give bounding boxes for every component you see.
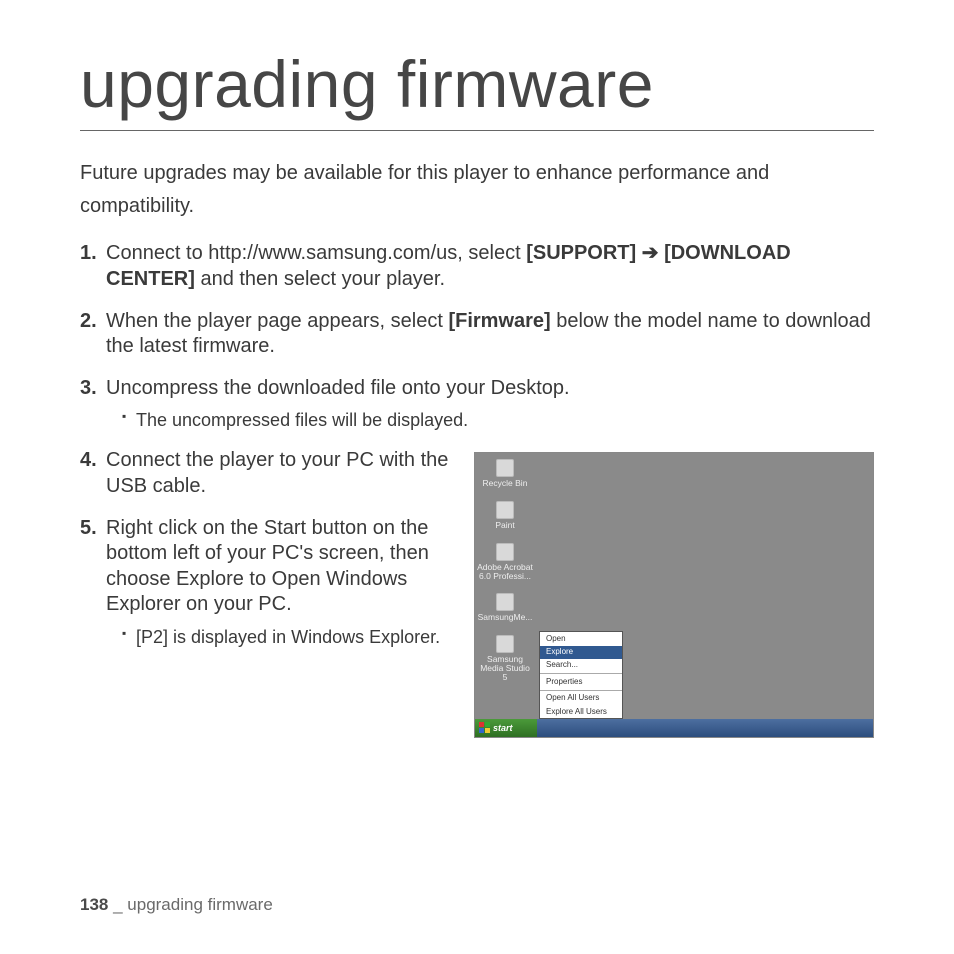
acrobat-label: Adobe Acrobat 6.0 Professi... <box>477 563 533 581</box>
steps-list-continued: Connect the player to your PC with the U… <box>80 448 456 649</box>
step1-support: [SUPPORT] <box>526 242 636 264</box>
start-context-menu: Open Explore Search... Properties Open A… <box>539 631 623 719</box>
step-5: Right click on the Start button on the b… <box>80 516 456 649</box>
step3-sub: The uncompressed files will be displayed… <box>122 409 874 432</box>
paint-app-icon <box>496 501 514 519</box>
menu-properties: Properties <box>540 675 622 688</box>
step5-sub-list: [P2] is displayed in Windows Explorer. <box>106 626 456 649</box>
page-title: upgrading firmware <box>80 42 874 131</box>
step2-firmware: [Firmware] <box>448 310 550 332</box>
step2-pre: When the player page appears, select <box>106 310 448 332</box>
intro-text: Future upgrades may be available for thi… <box>80 157 874 223</box>
step1-pre: Connect to http://www.samsung.com/us, se… <box>106 242 526 264</box>
step5-text: Right click on the Start button on the b… <box>106 517 429 616</box>
menu-separator <box>540 673 622 674</box>
page-number: 138 <box>80 895 108 914</box>
step4-text: Connect the player to your PC with the U… <box>106 449 448 497</box>
samsung-app-icon <box>496 593 514 611</box>
recycle-label: Recycle Bin <box>477 479 533 488</box>
samsung-media-2-icon: Samsung Media Studio 5 <box>477 635 533 682</box>
menu-search: Search... <box>540 659 622 672</box>
step1-post: and then select your player. <box>195 268 445 290</box>
menu-explore: Explore <box>540 646 622 659</box>
samsung-media-1-icon: SamsungMe... <box>477 593 533 622</box>
menu-open-all-users: Open All Users <box>540 692 622 705</box>
menu-separator-2 <box>540 690 622 691</box>
footer-section: upgrading firmware <box>127 895 273 914</box>
sammedia1-label: SamsungMe... <box>477 613 533 622</box>
footer-sep: _ <box>108 895 127 914</box>
step-3: Uncompress the downloaded file onto your… <box>80 376 874 433</box>
sammedia2-label: Samsung Media Studio 5 <box>477 655 533 682</box>
windows-desktop-screenshot: Recycle Bin Paint Adobe Acrobat 6.0 Prof… <box>474 452 874 738</box>
paint-icon: Paint <box>477 501 533 530</box>
step3-sub-list: The uncompressed files will be displayed… <box>106 409 874 432</box>
acrobat-app-icon <box>496 543 514 561</box>
step-1: Connect to http://www.samsung.com/us, se… <box>80 241 874 292</box>
paint-label: Paint <box>477 521 533 530</box>
step5-sub: [P2] is displayed in Windows Explorer. <box>122 626 456 649</box>
steps-list: Connect to http://www.samsung.com/us, se… <box>80 241 874 432</box>
menu-explore-all-users: Explore All Users <box>540 705 622 718</box>
page-footer: 138 _ upgrading firmware <box>80 894 273 916</box>
trash-icon <box>496 459 514 477</box>
step-2: When the player page appears, select [Fi… <box>80 309 874 360</box>
recycle-bin-icon: Recycle Bin <box>477 459 533 488</box>
arrow-icon: ➔ <box>636 242 664 264</box>
start-button: start <box>475 719 537 737</box>
step-4: Connect the player to your PC with the U… <box>80 448 456 499</box>
samsung-app2-icon <box>496 635 514 653</box>
step3-text: Uncompress the downloaded file onto your… <box>106 377 570 399</box>
menu-open: Open <box>540 632 622 645</box>
acrobat-icon: Adobe Acrobat 6.0 Professi... <box>477 543 533 581</box>
